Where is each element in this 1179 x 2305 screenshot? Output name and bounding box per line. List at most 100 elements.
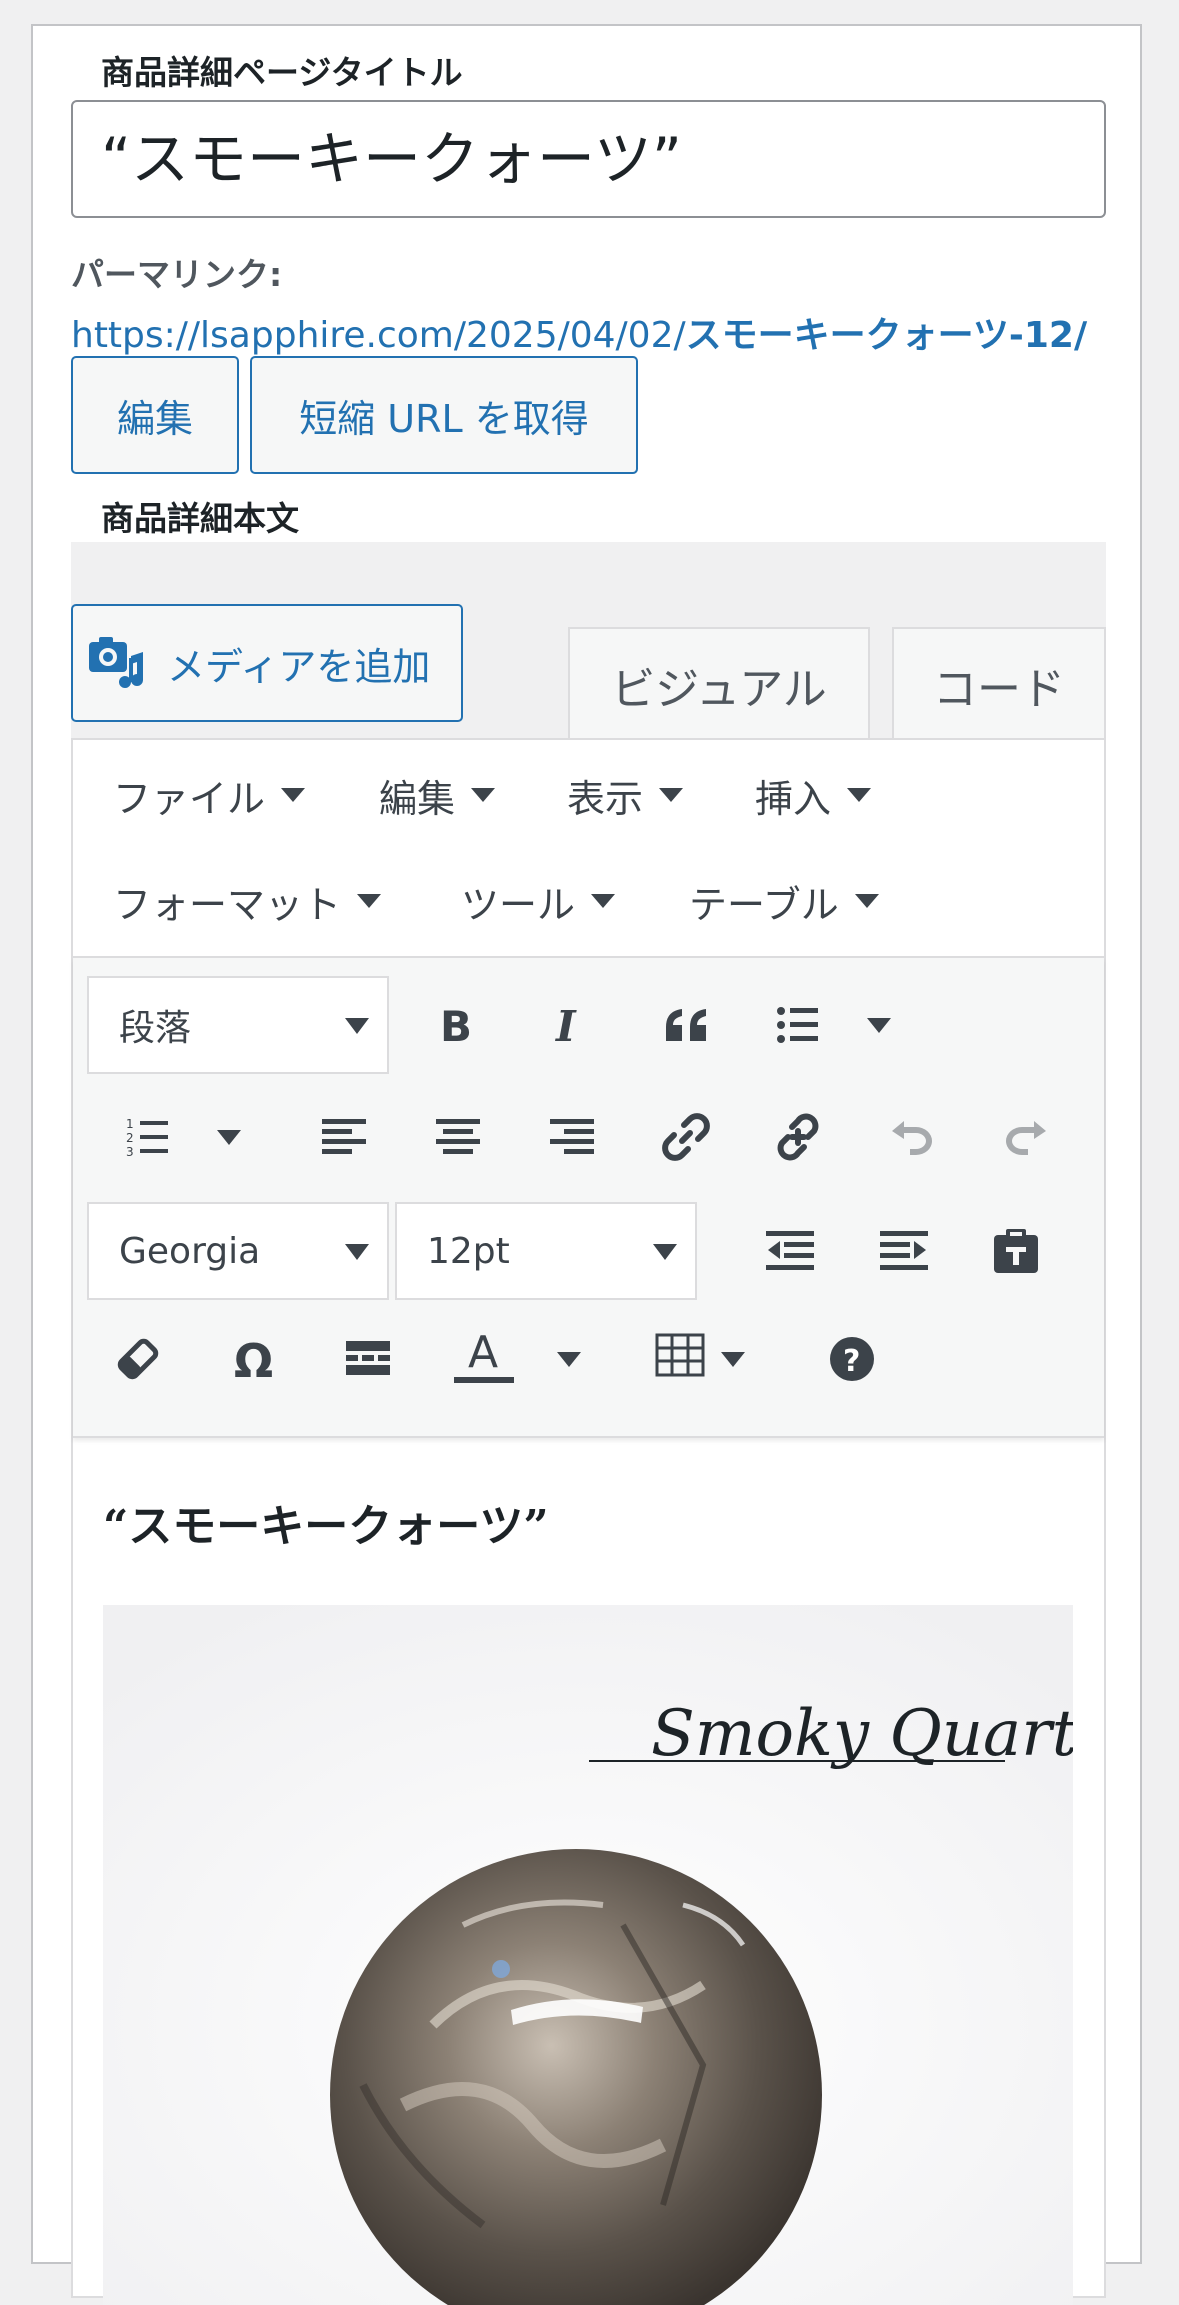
menu-insert[interactable]: 挿入: [755, 768, 872, 822]
numbered-list-dropdown-icon[interactable]: [217, 1130, 241, 1145]
align-center-button[interactable]: [423, 1102, 493, 1172]
svg-text:3: 3: [126, 1145, 134, 1159]
caret-down-icon: [281, 788, 306, 802]
menu-view[interactable]: 表示: [567, 768, 684, 822]
block-format-select[interactable]: 段落: [87, 976, 389, 1074]
menu-tools-label: ツール: [461, 882, 576, 927]
menu-view-label: 表示: [567, 776, 644, 821]
caret-down-icon: [653, 1244, 677, 1260]
caret-down-icon: [659, 788, 684, 802]
caret-down-icon: [847, 788, 872, 802]
clipboard-icon: [994, 1229, 1038, 1273]
caret-down-icon: [357, 894, 382, 908]
text-color-icon: A: [454, 1327, 514, 1383]
menu-edit[interactable]: 編集: [379, 768, 496, 822]
bold-icon: B: [440, 1003, 472, 1047]
svg-text:B: B: [440, 1003, 472, 1047]
indent-icon: [880, 1231, 928, 1270]
unlink-icon: [777, 1113, 819, 1161]
editor-toolbar: 段落 B I 123 Georgia 12pt Ω A ?: [73, 958, 1104, 1438]
undo-button[interactable]: [877, 1102, 947, 1172]
menu-file[interactable]: ファイル: [113, 768, 306, 822]
text-color-dropdown-icon[interactable]: [557, 1352, 581, 1367]
help-button[interactable]: ?: [817, 1324, 887, 1394]
insert-table-button[interactable]: [645, 1320, 715, 1390]
outdent-icon: [766, 1231, 814, 1270]
svg-text:A: A: [468, 1327, 498, 1378]
numbered-list-button[interactable]: 123: [113, 1102, 183, 1172]
tab-visual[interactable]: ビジュアル: [568, 627, 870, 741]
read-more-button[interactable]: [333, 1324, 403, 1394]
align-center-icon: [436, 1119, 480, 1154]
caret-down-icon: [471, 788, 496, 802]
media-icon: [89, 637, 143, 688]
editor-menubar: ファイル 編集 表示 挿入 フォーマット ツール テーブル: [73, 740, 1104, 958]
special-character-button[interactable]: Ω: [219, 1324, 289, 1394]
editor-panel: 商品詳細ページタイトル “スモーキークォーツ” パーマリンク: https://…: [31, 24, 1142, 2305]
italic-icon: I: [555, 1003, 577, 1047]
menu-tools[interactable]: ツール: [461, 874, 616, 928]
redo-icon: [1006, 1121, 1046, 1155]
blockquote-button[interactable]: [651, 990, 721, 1060]
svg-text:Ω: Ω: [234, 1335, 273, 1383]
caret-down-icon: [345, 1244, 369, 1260]
font-size-value: 12pt: [427, 1230, 510, 1272]
menu-file-label: ファイル: [113, 776, 266, 821]
smoky-quartz-sphere-image: Smoky Quartz: [103, 1605, 1073, 2305]
tinymce-editor: ファイル 編集 表示 挿入 フォーマット ツール テーブル 段落 B I 1 2…: [71, 738, 1106, 2305]
add-media-button[interactable]: メディアを追加: [71, 604, 463, 722]
paste-as-text-button[interactable]: [981, 1216, 1051, 1286]
remove-link-button[interactable]: [763, 1102, 833, 1172]
bullet-list-button[interactable]: [763, 990, 833, 1060]
svg-text:1: 1: [126, 1117, 134, 1131]
align-left-button[interactable]: [309, 1102, 379, 1172]
caret-down-icon: [854, 894, 879, 908]
body-section-label: 商品詳細本文: [101, 499, 299, 538]
help-icon: ?: [830, 1337, 874, 1381]
insert-link-button[interactable]: [651, 1102, 721, 1172]
redo-button[interactable]: [991, 1102, 1061, 1172]
permalink-url-prefix: https://lsapphire.com/2025/04/02/: [71, 315, 686, 356]
menu-format[interactable]: フォーマット: [113, 874, 382, 928]
permalink-link[interactable]: https://lsapphire.com/2025/04/02/スモーキークォ…: [71, 306, 1087, 358]
tab-code[interactable]: コード: [892, 627, 1106, 741]
eraser-icon: [117, 1338, 159, 1380]
bullet-list-icon: [777, 1007, 818, 1043]
menu-table-label: テーブル: [689, 882, 839, 927]
permalink-edit-button[interactable]: 編集: [71, 356, 239, 474]
undo-icon: [892, 1121, 932, 1155]
permalink-url-slug: スモーキークォーツ-12/: [685, 315, 1088, 356]
svg-text:?: ?: [843, 1344, 860, 1379]
add-media-label: メディアを追加: [167, 644, 431, 689]
product-image[interactable]: Smoky Quartz: [103, 1605, 1073, 2305]
table-icon: [655, 1333, 705, 1377]
font-family-select[interactable]: Georgia: [87, 1202, 389, 1300]
indent-button[interactable]: [869, 1216, 939, 1286]
align-left-icon: [322, 1119, 366, 1154]
content-heading: “スモーキークォーツ”: [103, 1501, 549, 1552]
menu-table[interactable]: テーブル: [689, 874, 879, 928]
menu-insert-label: 挿入: [755, 776, 832, 821]
quote-icon: [666, 1009, 706, 1041]
bold-button[interactable]: B: [421, 990, 491, 1060]
align-right-button[interactable]: [537, 1102, 607, 1172]
horizontal-rule-icon: [346, 1341, 390, 1375]
outdent-button[interactable]: [755, 1216, 825, 1286]
numbered-list-icon: 123: [126, 1117, 168, 1159]
link-icon: [662, 1113, 710, 1161]
italic-button[interactable]: I: [535, 990, 605, 1060]
bullet-list-dropdown-icon[interactable]: [867, 1018, 891, 1033]
get-shortlink-button[interactable]: 短縮 URL を取得: [250, 356, 638, 474]
font-size-select[interactable]: 12pt: [395, 1202, 697, 1300]
image-caption-text: Smoky Quartz: [651, 1697, 1073, 1771]
svg-text:2: 2: [126, 1131, 134, 1145]
table-dropdown-icon[interactable]: [721, 1352, 745, 1367]
font-family-value: Georgia: [119, 1230, 261, 1272]
title-input[interactable]: “スモーキークォーツ”: [71, 100, 1106, 218]
block-format-value: 段落: [119, 1008, 192, 1049]
caret-down-icon: [345, 1018, 369, 1034]
clear-formatting-button[interactable]: [103, 1324, 173, 1394]
menu-format-label: フォーマット: [113, 882, 342, 927]
title-section-label: 商品詳細ページタイトル: [101, 53, 463, 92]
text-color-button[interactable]: A: [451, 1322, 521, 1392]
